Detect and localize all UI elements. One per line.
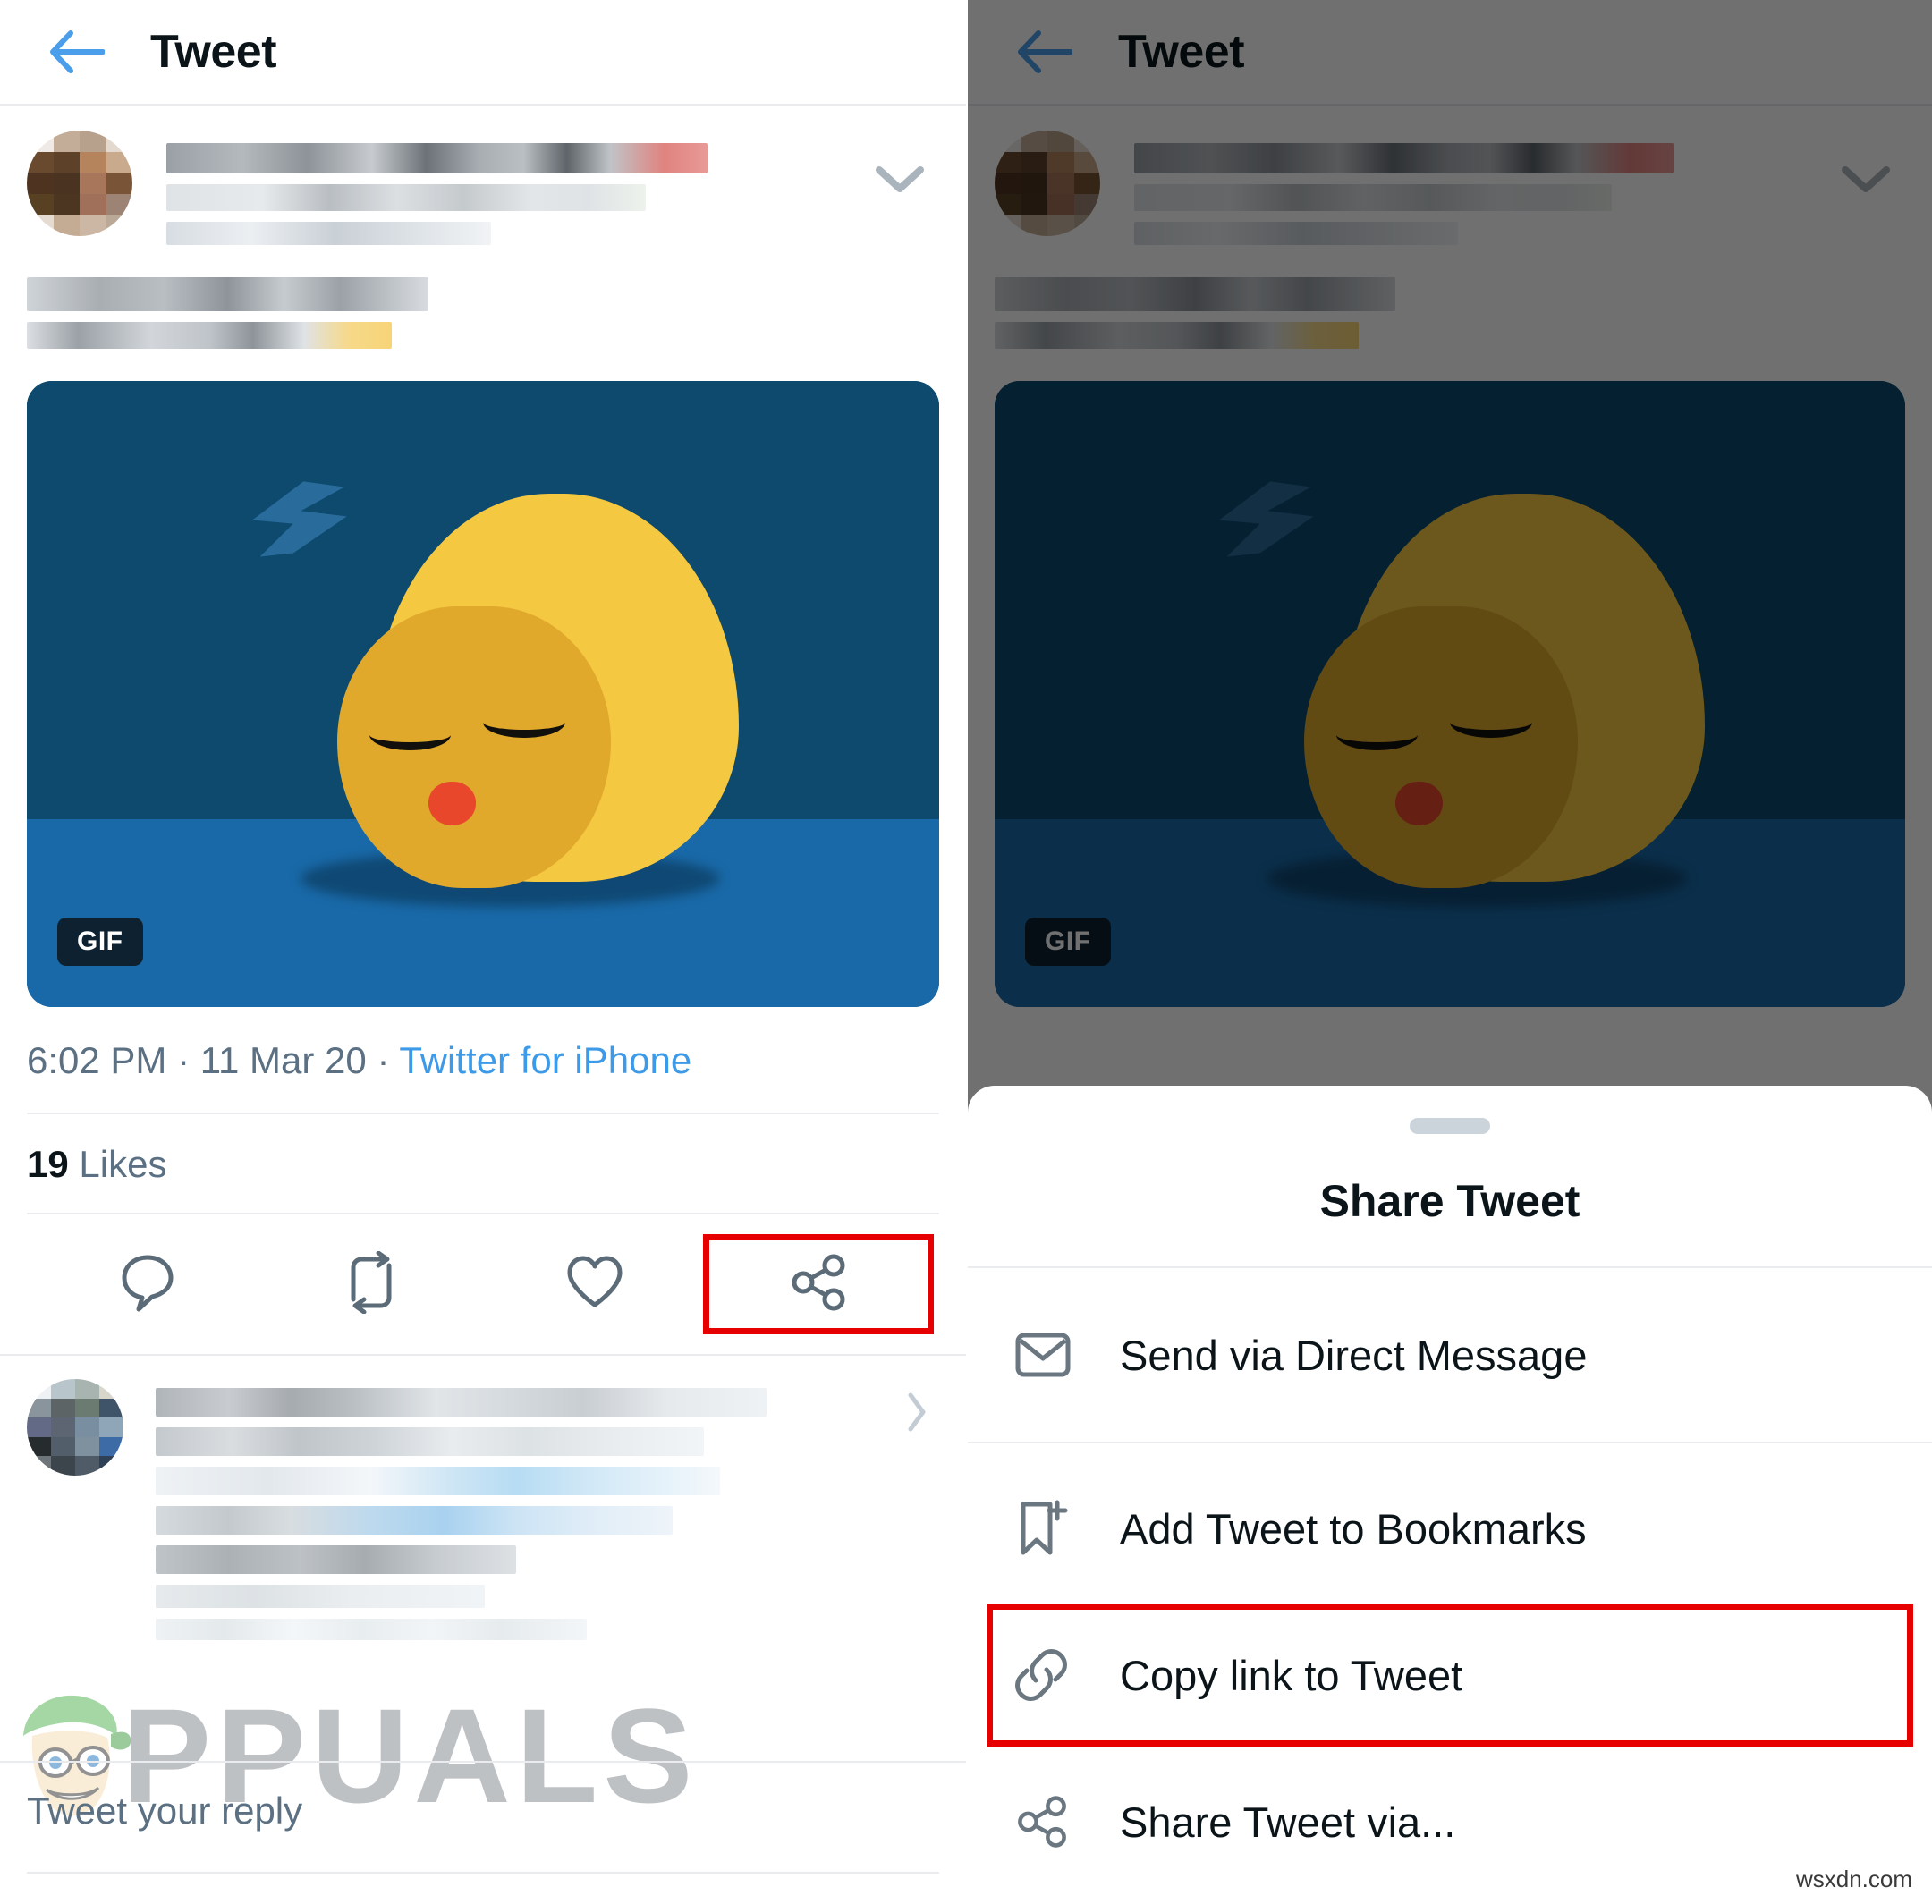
envelope-icon	[1014, 1331, 1080, 1379]
likes-count: 19	[27, 1143, 69, 1185]
reply-composer[interactable]: Tweet your reply	[0, 1761, 966, 1904]
left-app-header: Tweet	[0, 0, 966, 106]
left-panel-tweet-detail: Tweet GIF 6:02 PM · 11 Mar 20 · Twitter …	[0, 0, 966, 1904]
share-option-add-bookmark[interactable]: Add Tweet to Bookmarks	[968, 1463, 1932, 1594]
reply-more-icon[interactable]	[905, 1392, 930, 1441]
avatar[interactable]	[27, 131, 132, 236]
chevron-down-icon[interactable]	[875, 165, 925, 199]
share-icon	[788, 1252, 849, 1317]
share-option-label: Add Tweet to Bookmarks	[1120, 1504, 1587, 1553]
zzz-icon	[237, 469, 365, 606]
share-option-copy-link[interactable]: Copy link to Tweet	[987, 1604, 1913, 1747]
blob-face	[336, 606, 611, 888]
sheet-title-divider	[968, 1266, 1932, 1268]
tweet-time: 6:02 PM	[27, 1039, 167, 1081]
reply-texts-redacted	[156, 1379, 939, 1651]
reply-input-placeholder[interactable]: Tweet your reply	[27, 1790, 939, 1832]
eye-right-icon	[483, 707, 565, 738]
tweet-author-row	[0, 106, 966, 256]
heart-icon	[564, 1254, 625, 1316]
comment-icon	[118, 1252, 177, 1317]
share-option-send-dm[interactable]: Send via Direct Message	[968, 1290, 1932, 1420]
sheet-drag-handle[interactable]	[1410, 1118, 1490, 1134]
share-button[interactable]	[703, 1234, 934, 1334]
tweet-meta: 6:02 PM · 11 Mar 20 · Twitter for iPhone	[0, 1007, 966, 1113]
share-option-share-via[interactable]: Share Tweet via...	[968, 1756, 1932, 1887]
link-icon	[1014, 1648, 1080, 1702]
likes-row[interactable]: 19 Likes	[0, 1114, 966, 1213]
author-subline-redacted	[166, 222, 491, 245]
bookmark-plus-icon	[1014, 1499, 1080, 1558]
retweet-icon	[339, 1250, 403, 1318]
author-name-redacted	[166, 143, 708, 173]
share-option-label: Copy link to Tweet	[1120, 1651, 1463, 1699]
tweet-date: 11 Mar 20	[199, 1039, 367, 1081]
right-panel-share-sheet: Tweet	[966, 0, 1932, 1904]
meta-separator-1: ·	[177, 1039, 191, 1081]
share-tweet-sheet: Share Tweet Send via Direct Message Add …	[968, 1086, 1932, 1904]
tweet-source-link[interactable]: Twitter for iPhone	[399, 1039, 691, 1081]
page-watermark: wsxdn.com	[1795, 1866, 1912, 1892]
tweet-actions-bar	[0, 1214, 966, 1354]
screenshot-stage: Tweet GIF 6:02 PM · 11 Mar 20 · Twitter …	[0, 0, 1932, 1904]
reply-avatar[interactable]	[27, 1379, 123, 1476]
sheet-title: Share Tweet	[1319, 1176, 1580, 1226]
tweet-media-gif[interactable]: GIF	[27, 381, 939, 1007]
sheet-divider-1	[968, 1442, 1932, 1443]
author-texts	[166, 131, 939, 256]
share-option-label: Share Tweet via...	[1120, 1798, 1456, 1846]
reply-list-item[interactable]	[0, 1356, 966, 1651]
back-arrow-icon[interactable]	[48, 23, 106, 80]
gif-badge: GIF	[57, 918, 143, 966]
like-button[interactable]	[483, 1238, 707, 1331]
share-option-label: Send via Direct Message	[1120, 1331, 1588, 1379]
page-title: Tweet	[150, 26, 277, 78]
retweet-button[interactable]	[259, 1238, 483, 1331]
tweet-body-redacted	[0, 256, 966, 349]
eye-left-icon	[369, 719, 452, 750]
share-icon	[1014, 1794, 1080, 1849]
reply-button[interactable]	[36, 1238, 259, 1331]
author-handle-redacted	[166, 184, 646, 211]
likes-label: Likes	[79, 1143, 167, 1185]
meta-separator-2: ·	[377, 1039, 390, 1081]
mouth-icon	[428, 782, 476, 825]
